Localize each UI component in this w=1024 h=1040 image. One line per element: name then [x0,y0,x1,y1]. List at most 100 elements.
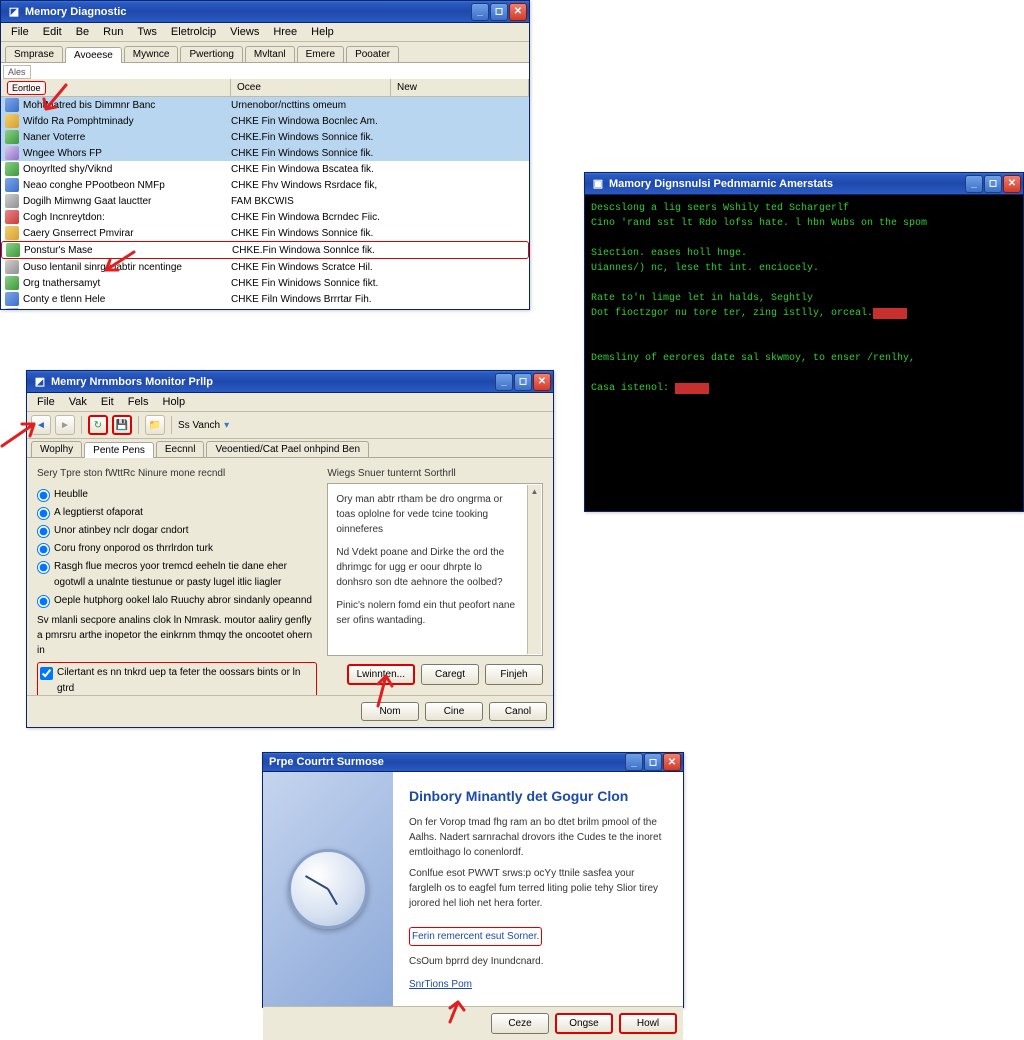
menu-hree[interactable]: Hree [267,25,303,39]
cine-button[interactable]: Cine [425,702,483,721]
col-desc[interactable]: Ocee [231,79,391,96]
maximize-button[interactable]: ◻ [514,373,532,391]
file-icon [5,130,19,144]
menu-vak[interactable]: Vak [63,395,93,409]
item-name: Wngee Whors FP [23,148,102,159]
item-desc: CHKE Fin Windowa Bcrndec Fiic. [231,212,391,223]
window-title: Memry Nrnmbors Monitor Prllp [51,376,213,388]
minimize-button[interactable]: _ [471,3,489,21]
forward-button[interactable]: ► [55,415,75,435]
refresh-button[interactable]: ↻ [88,415,108,435]
option-item[interactable]: Rasgh flue mecros yoor tremcd eeheln tie… [37,559,317,591]
button-2[interactable]: Caregt [421,664,479,685]
tab-1[interactable]: Pente Pens [84,442,154,458]
menu-be[interactable]: Be [70,25,95,39]
terminal-line: Dot fioctzgor nu tore ter, zing istlly, … [591,306,1017,321]
button-3[interactable]: Finjeh [485,664,543,685]
tab-1[interactable]: Avoeese [65,47,122,63]
wizard-link-secondary[interactable]: SnrTions Pom [409,977,667,992]
terminal-line: Demsliny of eerores date sal skwmoy, to … [591,351,1017,366]
menu-help[interactable]: Holp [157,395,192,409]
item-name: Neao conghe PPootbeon NMFp [23,180,165,191]
minimize-button[interactable]: _ [625,753,643,771]
option-input[interactable] [37,543,50,556]
list-item[interactable]: Conty e tlenn HeleCHKE Filn Windows Brrr… [1,291,529,307]
list-item[interactable]: Orrtl onne drbtue hgte poorle Porioation… [1,307,529,309]
menu-help[interactable]: Help [305,25,340,39]
list-item[interactable]: Ponstur's MaseCHKE.Fin Windowa Sonnlce f… [1,241,529,259]
tab-3[interactable]: Veoentied/Cat Pael onhpind Ben [206,441,369,457]
wizard-subtext: CsOum bprrd dey Inundcnard. [409,954,667,969]
wizard-link-primary[interactable]: Ferin remercent esut Sorner. [409,927,542,946]
close-button[interactable]: ✕ [1003,175,1021,193]
titlebar[interactable]: ◪ Memory Diagnostic _ ◻ ✕ [1,1,529,23]
file-icon [5,162,19,176]
option-item[interactable]: Oeple hutphorg ookel lalo Ruuchy abror s… [37,593,317,609]
maximize-button[interactable]: ◻ [984,175,1002,193]
minimize-button[interactable]: _ [495,373,513,391]
tab-2[interactable]: Mywnce [124,46,179,62]
option-item[interactable]: Coru frony onporod os thrrlrdon turk [37,541,317,557]
menu-fels[interactable]: Fels [122,395,155,409]
list-item[interactable]: Naner VoterreCHKE.Fin Windows Sonnice fi… [1,129,529,145]
menu-edit[interactable]: Edit [37,25,68,39]
option-input[interactable] [37,561,50,574]
titlebar[interactable]: ▣ Mamory Dignsnulsi Pednmarnic Amerstats… [585,173,1023,195]
col-new[interactable]: New [391,79,529,96]
maximize-button[interactable]: ◻ [490,3,508,21]
option-item[interactable]: Heublle [37,487,317,503]
close-button[interactable]: ✕ [533,373,551,391]
option-input[interactable] [37,595,50,608]
scrollbar[interactable]: ▲ [527,485,541,654]
item-desc: FAM BKCWIS [231,196,391,207]
canol-button[interactable]: Canol [489,702,547,721]
tab-2[interactable]: Eecnnl [156,441,205,457]
menu-tws[interactable]: Tws [131,25,163,39]
terminal-output[interactable]: Descslong a lig seers Wshily ted Scharge… [585,195,1023,511]
terminal-line: Uiannes/) nc, lese tht int. enciocely. [591,261,1017,276]
list-item[interactable]: Onoyrlted shy/VikndCHKE Fin Windowa Bsca… [1,161,529,177]
menu-run[interactable]: Run [97,25,129,39]
list-item[interactable]: Org tnathersamytCHKE Fin Winidows Sonnic… [1,275,529,291]
tab-3[interactable]: Pwertiong [180,46,242,62]
item-name: Caery Gnserrect Pmvirar [23,228,134,239]
close-button[interactable]: ✕ [509,3,527,21]
folder-button[interactable]: 📁 [145,415,165,435]
menu-file[interactable]: File [31,395,61,409]
option-item[interactable]: Unor atinbey nclr dogar cndort [37,523,317,539]
list-item[interactable]: Neao conghe PPootbeon NMFp CHKE Fhv Windo… [1,177,529,193]
list-item[interactable]: Wngee Whors FPCHKE Fin Windows Sonnice f… [1,145,529,161]
tab-0[interactable]: Smprase [5,46,63,62]
menu-views[interactable]: Views [224,25,265,39]
option-input[interactable] [37,507,50,520]
option-item[interactable]: A legptierst ofaporat [37,505,317,521]
item-desc: CHKE Fin Windowa Bocnlec Am. [231,116,391,127]
save-button[interactable]: 💾 [112,415,132,435]
tab-5[interactable]: Emere [297,46,344,62]
list-item[interactable]: Ouso lentanil sinrgri labtir ncentingeCH… [1,259,529,275]
list-item[interactable]: Caery Gnserrect PmvirarCHKE Fin Windows … [1,225,529,241]
minimize-button[interactable]: _ [965,175,983,193]
titlebar[interactable]: Prpe Courtrt Surmose _ ◻ ✕ [263,753,683,772]
dropdown-icon[interactable]: ▾ [224,420,229,431]
list-item[interactable]: Cogh Incnreytdon:CHKE Fin Windowa Bcrnde… [1,209,529,225]
menu-eletrolcip[interactable]: Eletrolcip [165,25,222,39]
close-button[interactable]: ✕ [663,753,681,771]
titlebar[interactable]: ◩ Memry Nrnmbors Monitor Prllp _ ◻ ✕ [27,371,553,393]
tab-6[interactable]: Pooater [346,46,399,62]
item-desc: CHKE Fhv Windows Rsrdace fik, [231,180,391,191]
file-icon [5,194,19,208]
list-item[interactable]: MohtMatred bis Dimmnr BancUrnenobor/nctt… [1,97,529,113]
option-input[interactable] [37,525,50,538]
list-item[interactable]: Wifdo Ra PomphtminadyCHKE Fin Windowa Bo… [1,113,529,129]
option-input[interactable] [37,489,50,502]
maximize-button[interactable]: ◻ [644,753,662,771]
list-item[interactable]: Dogilh Mimwng Gaat lauctterFAM BKCWIS [1,193,529,209]
item-desc: Urnenobor/ncttins omeum [231,100,391,111]
terminal-line: Cino 'rand sst lt Rdo lofss hate. l hbn … [591,216,1017,231]
option-input[interactable] [40,667,53,680]
menu-file[interactable]: File [5,25,35,39]
tab-4[interactable]: Mvltanl [245,46,295,62]
menu-eit[interactable]: Eit [95,395,120,409]
tabbar: Woplhy Pente Pens Eecnnl Veoentied/Cat P… [27,439,553,458]
